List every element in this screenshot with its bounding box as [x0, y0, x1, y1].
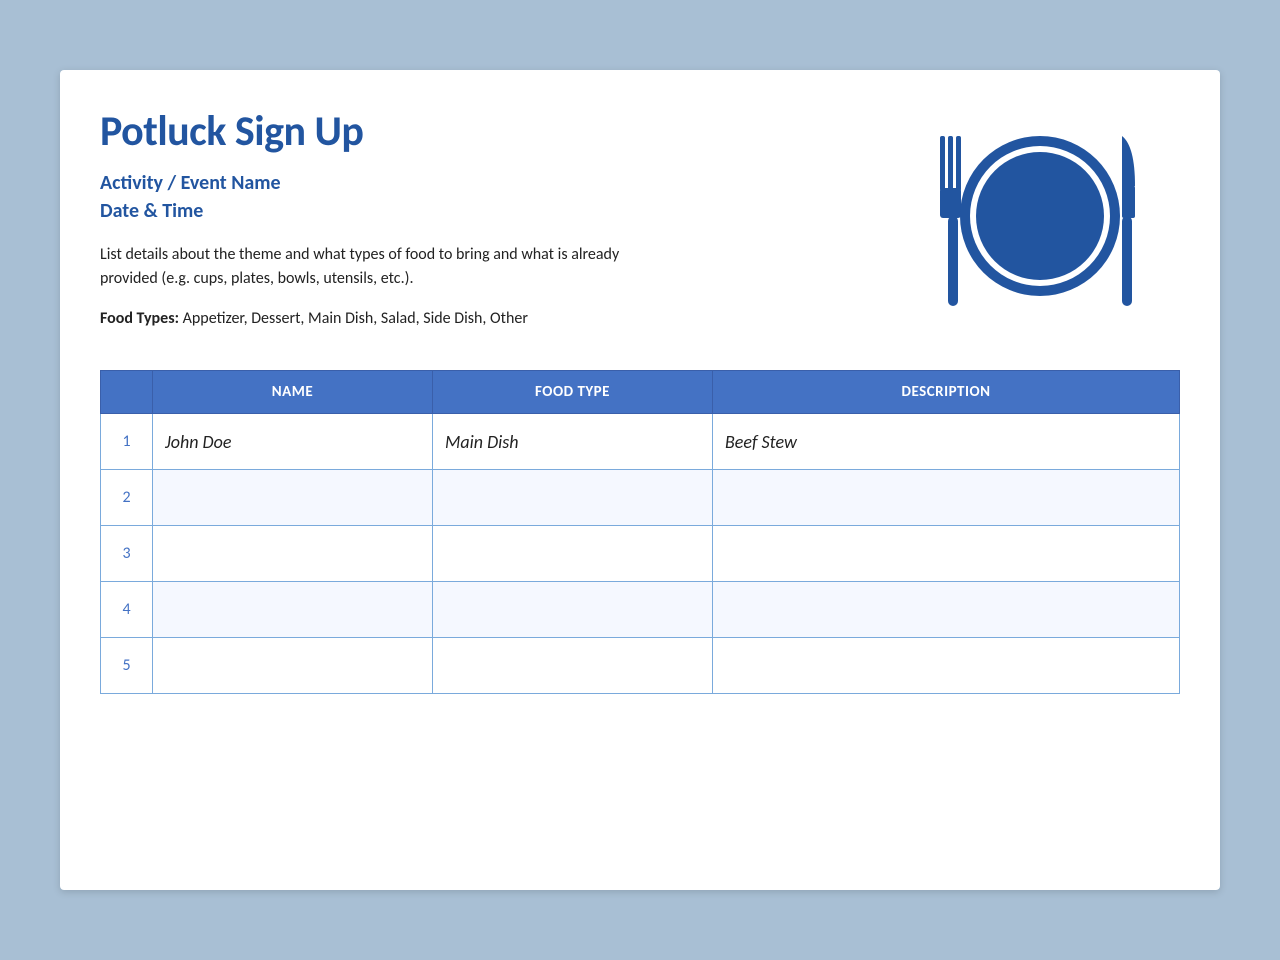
event-name: Activity / Event Name [100, 171, 900, 195]
row-name [153, 582, 433, 638]
row-name [153, 470, 433, 526]
row-description: Beef Stew [713, 414, 1180, 470]
plate-icon-area [900, 106, 1180, 321]
row-food-type [433, 582, 713, 638]
main-card: Potluck Sign Up Activity / Event Name Da… [60, 70, 1220, 890]
row-name [153, 638, 433, 694]
table-row: 5 [101, 638, 1180, 694]
row-description [713, 638, 1180, 694]
row-number: 2 [101, 470, 153, 526]
col-food-type: FOOD TYPE [433, 371, 713, 414]
row-description [713, 470, 1180, 526]
col-description: DESCRIPTION [713, 371, 1180, 414]
row-name [153, 526, 433, 582]
table-row: 4 [101, 582, 1180, 638]
row-number: 4 [101, 582, 153, 638]
header-row: Potluck Sign Up Activity / Event Name Da… [100, 106, 1180, 352]
event-description: List details about the theme and what ty… [100, 243, 620, 291]
col-num [101, 371, 153, 414]
food-types-label: Food Types: [100, 309, 179, 328]
row-number: 5 [101, 638, 153, 694]
table-row: 3 [101, 526, 1180, 582]
row-description [713, 526, 1180, 582]
col-name: NAME [153, 371, 433, 414]
row-food-type [433, 638, 713, 694]
row-food-type [433, 526, 713, 582]
page-title: Potluck Sign Up [100, 106, 900, 157]
plate-icon [920, 116, 1160, 321]
table-header-row: NAME FOOD TYPE DESCRIPTION [101, 371, 1180, 414]
table-row: 1John DoeMain DishBeef Stew [101, 414, 1180, 470]
row-food-type [433, 470, 713, 526]
event-date: Date & Time [100, 199, 900, 223]
header-left: Potluck Sign Up Activity / Event Name Da… [100, 106, 900, 352]
signup-table: NAME FOOD TYPE DESCRIPTION 1John DoeMain… [100, 370, 1180, 694]
row-number: 3 [101, 526, 153, 582]
table-row: 2 [101, 470, 1180, 526]
row-number: 1 [101, 414, 153, 470]
food-types-value: Appetizer, Dessert, Main Dish, Salad, Si… [179, 309, 528, 328]
food-types-line: Food Types: Appetizer, Dessert, Main Dis… [100, 309, 900, 328]
row-name: John Doe [153, 414, 433, 470]
row-food-type: Main Dish [433, 414, 713, 470]
row-description [713, 582, 1180, 638]
